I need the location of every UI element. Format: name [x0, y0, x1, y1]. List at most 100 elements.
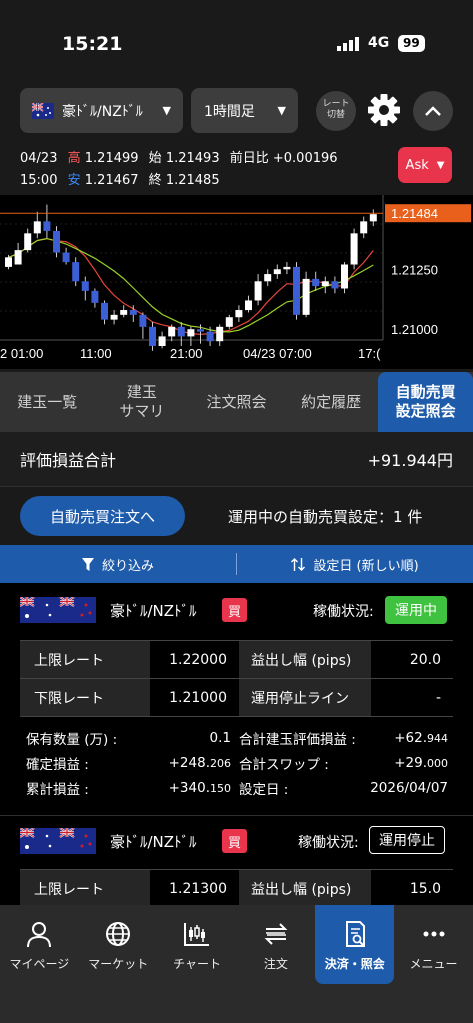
candle-body — [235, 310, 243, 318]
qty-value: 0.1 — [209, 729, 231, 746]
running-settings-count: 運用中の自動売買設定：1 件 — [228, 508, 423, 526]
candle-body — [321, 281, 329, 287]
candle-body — [293, 266, 300, 315]
candle-body — [62, 252, 70, 263]
tab-orders[interactable]: 注文照会 — [189, 372, 284, 432]
candle-body — [81, 281, 89, 291]
cumulative-label: 累計損益 : — [26, 781, 89, 798]
globe-icon — [106, 922, 131, 946]
pl-summary: 評価損益合計 +91.944円 — [0, 432, 473, 487]
close-label: 終 — [148, 173, 162, 188]
side-badge: 買 — [222, 598, 247, 622]
battery-badge: 99 — [398, 35, 425, 52]
timeframe-label: 1時間足 — [204, 103, 255, 120]
candle-body — [254, 281, 262, 301]
candle-body — [33, 221, 41, 234]
stop-line-value: - — [435, 689, 441, 706]
ohlc-time: 15:00 — [20, 173, 58, 188]
swap-label: 合計スワップ : — [239, 756, 329, 773]
candle-body — [187, 329, 195, 337]
candle-body — [197, 329, 204, 332]
candle-body — [264, 274, 272, 282]
high-label: 高 — [67, 151, 81, 166]
transfer-arrows-icon — [264, 923, 288, 945]
tab-auto-trade-settings[interactable]: 自動売買 設定照会 — [378, 372, 473, 432]
aud-nzd-flag-icon — [20, 828, 96, 854]
caret-down-icon: ▼ — [277, 104, 286, 117]
auto-trade-order-button[interactable]: 自動売買注文へ — [20, 496, 185, 536]
candle-body — [43, 221, 51, 231]
status-badge: 運用中 — [385, 596, 447, 624]
card-pair: 豪ﾄﾞﾙ/NZﾄﾞﾙ — [110, 602, 197, 620]
change-value: +0.00196 — [272, 151, 338, 166]
pair-selector[interactable]: 豪ﾄﾞﾙ/NZﾄﾞﾙ ▼ — [20, 88, 183, 133]
filter-icon — [81, 557, 94, 571]
date-value: 2026/04/07 — [370, 779, 448, 796]
tab-positions[interactable]: 建玉一覧 — [0, 372, 95, 432]
nav-menu[interactable]: メニュー — [394, 905, 473, 984]
realized-value: +248.206 — [168, 754, 231, 771]
status-label: 稼働状況: — [313, 604, 374, 620]
chart-canvas: 1.21484 1.21250 1.21000 2 01:00 11:00 21:00 04… — [0, 195, 471, 361]
close-value: 1.21485 — [165, 173, 220, 188]
auto-trade-card[interactable]: 豪ﾄﾞﾙ/NZﾄﾞﾙ 買 稼働状況: 運用停止 上限レート 1.21300 益出… — [0, 815, 473, 908]
candle-body — [245, 300, 252, 311]
swap-value: +29.000 — [394, 754, 448, 771]
collapse-button[interactable] — [413, 91, 453, 131]
lower-rate-value: 1.21000 — [150, 679, 239, 716]
y-tick-label: 1.21000 — [391, 322, 438, 337]
sort-button[interactable]: 設定日 (新しい順) — [237, 555, 473, 574]
x-tick-label: 04/23 07:00 — [243, 346, 312, 361]
nav-label: メニュー — [409, 957, 458, 971]
candle-body — [91, 290, 99, 303]
nav-label: 決済・照会 — [324, 957, 385, 971]
filter-label: 絞り込み — [101, 558, 154, 574]
candle-body — [331, 281, 339, 289]
low-value: 1.21467 — [84, 173, 139, 188]
gear-icon[interactable] — [366, 91, 402, 129]
candle-body — [225, 317, 233, 327]
nav-market[interactable]: マーケット — [79, 905, 158, 984]
timeframe-selector[interactable]: 1時間足 ▼ — [191, 88, 298, 133]
document-search-icon — [345, 921, 365, 947]
nav-label: マイページ — [9, 957, 70, 971]
profit-width-value: 20.0 — [409, 651, 441, 668]
profit-width-value: 15.0 — [409, 880, 441, 897]
grid-row: 上限レート 1.21300 益出し幅 (pips) 15.0 — [20, 870, 453, 908]
filter-button[interactable]: 絞り込み — [0, 555, 236, 574]
rate-switch-button[interactable]: レート 切替 — [316, 91, 356, 131]
australia-flag-icon — [32, 102, 54, 119]
profit-width-label: 益出し幅 (pips) — [239, 870, 371, 907]
upper-rate-label: 上限レート — [20, 870, 150, 907]
nav-settlement[interactable]: 決済・照会 — [315, 905, 395, 984]
tab-bar: 建玉一覧 建玉 サマリ 注文照会 約定履歴 自動売買 設定照会 — [0, 372, 473, 432]
stop-line-label: 運用停止ライン — [239, 679, 371, 716]
x-tick-label: 2 01:00 — [0, 346, 43, 361]
tab-label: 自動売買 設定照会 — [395, 383, 456, 420]
settings-grid: 上限レート 1.22000 益出し幅 (pips) 20.0 下限レート 1.2… — [20, 640, 453, 717]
aud-nzd-flag-icon — [20, 597, 96, 623]
nav-order[interactable]: 注文 — [236, 905, 315, 984]
nav-mypage[interactable]: マイページ — [0, 905, 79, 984]
ask-label: Ask — [405, 157, 429, 173]
nav-chart[interactable]: チャート — [158, 905, 237, 984]
candle-body — [273, 269, 281, 275]
upper-rate-value: 1.21300 — [150, 870, 239, 907]
total-eval-value: +62.944 — [394, 729, 448, 746]
candle-body — [360, 221, 368, 234]
candle-body — [110, 314, 118, 320]
sort-label: 設定日 (新しい順) — [313, 558, 419, 574]
tab-position-summary[interactable]: 建玉 サマリ — [95, 372, 190, 432]
candle-body — [158, 336, 166, 346]
ask-bid-toggle[interactable]: Ask ▼ — [398, 147, 452, 183]
bottom-nav: マイページ マーケット チャート 注文 決済・照会 メニュー — [0, 905, 473, 1023]
side-badge: 買 — [222, 829, 247, 853]
tab-executions[interactable]: 約定履歴 — [284, 372, 379, 432]
price-chart[interactable]: 1.21484 1.21250 1.21000 2 01:00 11:00 21:00 04… — [0, 195, 473, 369]
candle-body — [5, 257, 12, 267]
auto-trade-card[interactable]: 豪ﾄﾞﾙ/NZﾄﾞﾙ 買 稼働状況: 運用中 上限レート 1.22000 益出し… — [0, 583, 473, 815]
tab-label: 建玉一覧 — [17, 392, 78, 411]
status-time: 15:21 — [62, 33, 123, 55]
more-icon — [423, 931, 445, 937]
candle-body — [24, 233, 32, 251]
